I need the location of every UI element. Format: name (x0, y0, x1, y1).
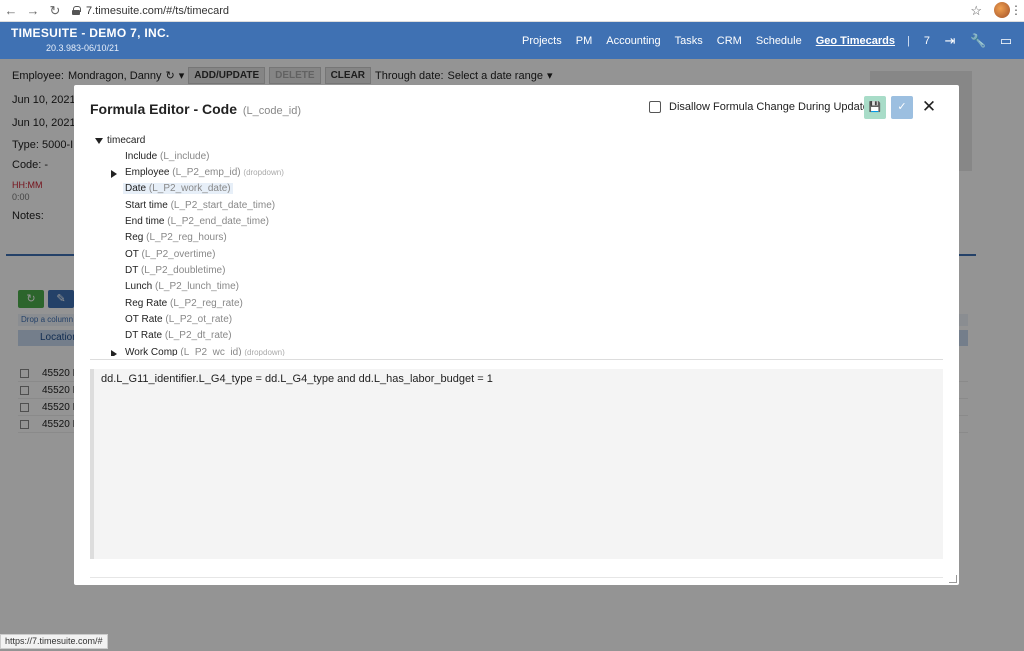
tree-item-label: OT (125, 249, 139, 260)
browser-toolbar: ← → ↻ 7.timesuite.com/#/ts/timecard ☆ ⋮ (0, 0, 1024, 22)
tree-item-code: (L_P2_wc_id) (180, 347, 242, 356)
tree-item[interactable]: Include (L_include) (123, 151, 212, 162)
nav-tasks[interactable]: Tasks (675, 35, 703, 47)
tree-item-code: (L_P2_work_date) (148, 183, 231, 194)
floppy-icon: 💾 (868, 102, 882, 113)
check-icon: ✓ (897, 101, 907, 113)
tree-item[interactable]: DT (L_P2_doubletime) (123, 265, 227, 276)
tree-item-code: (L_P2_lunch_time) (155, 281, 239, 292)
formula-text[interactable]: dd.L_G11_identifier.L_G4_type = dd.L_G4_… (101, 373, 493, 385)
tree-item-selected[interactable]: Date (L_P2_work_date) (123, 183, 233, 194)
tree-item-note: (dropdown) (244, 348, 285, 356)
nav-projects[interactable]: Projects (522, 35, 562, 47)
chevron-right-icon[interactable] (111, 170, 117, 178)
tree-item-label: OT Rate (125, 314, 163, 325)
modal-title: Formula Editor - Code (L_code_id) (90, 101, 301, 117)
tree-item-code: (L_P2_dt_rate) (164, 330, 232, 341)
tree-item[interactable]: OT Rate (L_P2_ot_rate) (123, 314, 234, 325)
bookmark-star-icon[interactable]: ☆ (970, 3, 982, 19)
nav-geo-timecards[interactable]: Geo Timecards (816, 35, 895, 47)
disallow-formula-option[interactable]: Disallow Formula Change During Updates (649, 101, 874, 113)
nav-schedule[interactable]: Schedule (756, 35, 802, 47)
confirm-button[interactable]: ✓ (891, 96, 913, 119)
wrench-icon[interactable]: 🔧 (970, 33, 986, 49)
nav-separator: | (907, 34, 910, 47)
close-icon: ✕ (921, 97, 937, 116)
tree-item-note: (dropdown) (243, 168, 284, 177)
tree-item-code: (L_P2_reg_rate) (170, 298, 243, 309)
tree-item[interactable]: Lunch (L_P2_lunch_time) (123, 281, 241, 292)
lock-icon (72, 6, 81, 15)
tree-item[interactable]: OT (L_P2_overtime) (123, 249, 217, 260)
forward-icon[interactable]: → (22, 3, 44, 18)
tree-item-label: Reg Rate (125, 298, 168, 309)
tree-item-label: DT (125, 265, 139, 276)
modal-title-text: Formula Editor - Code (90, 101, 237, 117)
modal-title-id: (L_code_id) (242, 105, 301, 117)
resize-handle-icon[interactable] (949, 575, 957, 583)
modal-footer-divider (90, 577, 943, 578)
version-text: 20.3.983-06/10/21 (46, 43, 120, 53)
logout-icon[interactable]: ⇥ (942, 33, 958, 49)
tree-item-code: (L_P2_start_date_time) (170, 200, 276, 211)
tree-item[interactable]: DT Rate (L_P2_dt_rate) (123, 330, 234, 341)
tree-item-label: Employee (125, 167, 170, 178)
tree-item[interactable]: Work Comp (L_P2_wc_id) (dropdown) (123, 347, 287, 356)
nav-accounting[interactable]: Accounting (606, 35, 660, 47)
browser-menu-icon[interactable]: ⋮ (1010, 3, 1022, 17)
top-nav: Projects PM Accounting Tasks CRM Schedul… (508, 22, 1024, 59)
address-bar[interactable]: 7.timesuite.com/#/ts/timecard (72, 5, 229, 17)
tree-item[interactable]: Reg (L_P2_reg_hours) (123, 232, 229, 243)
tree-item[interactable]: Employee (L_P2_emp_id) (dropdown) (123, 167, 286, 178)
reload-icon[interactable]: ↻ (44, 3, 66, 19)
tree-item-code: (L_P2_overtime) (141, 249, 216, 260)
tree-root-label: timecard (107, 135, 146, 146)
tree-item-label: Date (125, 183, 147, 194)
tree-item-code: (L_P2_ot_rate) (165, 314, 233, 325)
formula-editor-input[interactable]: dd.L_G11_identifier.L_G4_type = dd.L_G4_… (90, 369, 943, 559)
formula-editor-modal: Formula Editor - Code (L_code_id) Disall… (74, 85, 959, 585)
chevron-right-icon[interactable] (111, 350, 117, 356)
chevron-down-icon[interactable] (95, 137, 103, 144)
tree-item[interactable]: Reg Rate (L_P2_reg_rate) (123, 298, 245, 309)
tree-item-label: Work Comp (125, 347, 178, 356)
disallow-checkbox[interactable] (649, 101, 661, 113)
tree-item-label: Include (125, 151, 158, 162)
nav-crm[interactable]: CRM (717, 35, 742, 47)
tree-item-label: DT Rate (125, 330, 163, 341)
tree-item-label: Start time (125, 200, 168, 211)
disallow-label: Disallow Formula Change During Updates (669, 101, 875, 113)
tree-item[interactable]: Start time (L_P2_start_date_time) (123, 200, 277, 211)
tree-item[interactable]: End time (L_P2_end_date_time) (123, 216, 271, 227)
tree-item-code: (L_P2_end_date_time) (167, 216, 269, 227)
brand-title: TIMESUITE - DEMO 7, INC. (11, 26, 170, 40)
tree-item-label: Reg (125, 232, 144, 243)
nav-pm[interactable]: PM (576, 35, 593, 47)
tree-item-code: (L_P2_emp_id) (172, 167, 241, 178)
profile-avatar[interactable] (994, 2, 1010, 18)
tree-item-label: End time (125, 216, 165, 227)
app-header: TIMESUITE - DEMO 7, INC. 20.3.983-06/10/… (0, 22, 1024, 59)
notification-count[interactable]: 7 (924, 35, 930, 47)
tree-root-timecard[interactable]: timecard (95, 135, 145, 146)
close-button[interactable]: ✕ (921, 97, 937, 117)
tree-item-code: (L_P2_reg_hours) (146, 232, 227, 243)
back-icon[interactable]: ← (0, 3, 22, 18)
tree-divider (90, 359, 943, 360)
save-button[interactable]: 💾 (864, 96, 886, 119)
tree-item-code: (L_P2_doubletime) (140, 265, 226, 276)
tree-item-label: Lunch (125, 281, 153, 292)
status-url: https://7.timesuite.com/# (0, 634, 108, 649)
url-text: 7.timesuite.com/#/ts/timecard (86, 4, 230, 17)
field-tree: timecard Include (L_include) Employee (L… (92, 133, 942, 356)
tree-item-code: (L_include) (160, 151, 210, 162)
cast-icon[interactable]: ▭ (998, 33, 1014, 49)
